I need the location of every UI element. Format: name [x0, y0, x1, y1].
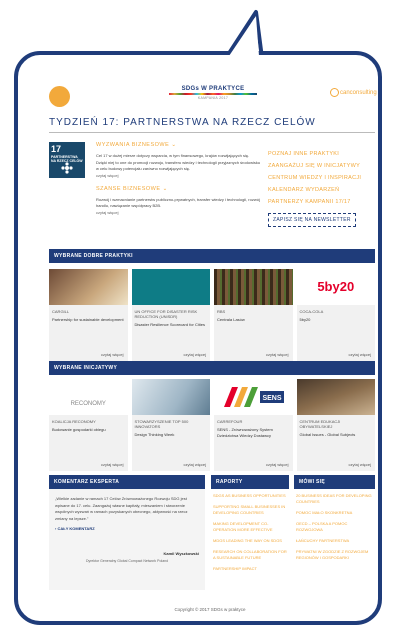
chevron-down-icon: ⌄	[171, 142, 177, 148]
reports-heading: RAPORTY	[211, 475, 289, 489]
expert-comment-box: KOMENTARZ EKSPERTA „Wielkie zadanie w ra…	[49, 475, 205, 590]
partner-ring-icon	[330, 88, 339, 97]
initiative-image	[131, 379, 210, 415]
report-link[interactable]: SDGS AS BUSINESS OPPORTUNITIES	[213, 493, 289, 499]
promo-link[interactable]: KALENDARZ WYDARZEŃ	[268, 184, 376, 196]
newsletter-button[interactable]: ZAPISZ SIĘ NA NEWSLETTER	[268, 213, 356, 227]
practice-card[interactable]: 5by20 COCA-COLA 5by20 czytaj więcej	[296, 269, 375, 361]
sens-logo-icon: SENS	[224, 387, 284, 407]
copyright: Copyright © 2017 SDGs w praktyce	[174, 607, 246, 612]
initiative-card[interactable]: SENS CARREFOUR SENS - Zrównoważony Syste…	[214, 379, 293, 471]
initiative-category: STOWARZYSZENIE TOP 500 INNOVATORS	[134, 419, 189, 429]
expert-heading: KOMENTARZ EKSPERTA	[49, 475, 205, 489]
expert-role: Dyrektor Generalny Global Compact Networ…	[85, 559, 169, 563]
initiative-category: KOALICJA RECONOMY	[52, 419, 96, 424]
practice-image	[214, 269, 293, 305]
talks-heading: MÓWI SIĘ	[294, 475, 375, 489]
practice-image	[49, 269, 128, 305]
initiative-card[interactable]: RECONOMY KOALICJA RECONOMY Budowanie gos…	[49, 379, 128, 471]
initiative-title: Budowanie gospodarki obiegu	[52, 427, 106, 432]
challenges-text: Cel 17 w dużej mierze dotyczy wsparcia, …	[96, 153, 261, 171]
talk-link[interactable]: 20 BUSINESS IDEAS FOR DEVELOPING COUNTRI…	[296, 493, 375, 505]
opportunities-text: Rozwój i wzmacnianie partnerstw publiczn…	[96, 196, 260, 209]
promo-link[interactable]: PARTNERZY KAMPANII 17/17	[268, 196, 376, 208]
reports-box: RAPORTY SDGS AS BUSINESS OPPORTUNITIES S…	[211, 475, 289, 615]
opportunities-read-more[interactable]: czytaj więcej	[96, 210, 261, 215]
practice-title: Disaster Resilience Scorecard for Cities	[134, 322, 205, 327]
practice-category: RBS	[217, 309, 226, 314]
challenges-read-more[interactable]: czytaj więcej	[96, 173, 261, 178]
talk-link[interactable]: POMOC MAŁO SKONKRETNA	[296, 510, 375, 516]
report-link[interactable]: PARTNERSHIP IMPACT	[213, 566, 289, 572]
sens-logo: SENS	[214, 379, 293, 415]
initiatives-heading: WYBRANE INICJATYWY	[49, 361, 375, 375]
initiative-image	[296, 379, 375, 415]
practice-category: COCA-COLA	[299, 309, 324, 314]
read-more-link[interactable]: czytaj więcej	[266, 352, 288, 357]
read-more-link[interactable]: czytaj więcej	[184, 352, 206, 357]
talk-link[interactable]: PRYWATNI W ZGODZIE Z ROZWOJEM REGIONÓW I…	[296, 549, 375, 561]
5by20-logo: 5by20	[296, 269, 375, 305]
partner-logo[interactable]: canconsulting	[330, 88, 377, 97]
read-more-link[interactable]: czytaj więcej	[349, 352, 371, 357]
chevron-down-icon: ⌄	[162, 185, 168, 192]
read-more-link[interactable]: czytaj więcej	[349, 462, 371, 467]
initiative-category: CARREFOUR	[217, 419, 243, 424]
promo-links: POZNAJ INNE PRAKTYKI ZAANGAŻUJ SIĘ W INI…	[268, 148, 376, 227]
practice-card[interactable]: UN OFFICE FOR DISASTER RISK REDUCTION (U…	[131, 269, 210, 361]
challenges-section: WYZWANIA BIZNESOWE ⌄ Cel 17 w dużej mier…	[96, 142, 261, 215]
svg-text:SENS: SENS	[262, 395, 281, 402]
talks-box: MÓWI SIĘ 20 BUSINESS IDEAS FOR DEVELOPIN…	[294, 475, 375, 605]
goal-17-badge[interactable]: 17 PARTNERSTWA NA RZECZ CELÓW	[49, 142, 85, 178]
reconomy-logo: RECONOMY	[49, 379, 128, 415]
talk-link[interactable]: OECD – POLSKA A POMOC ROZWOJOWA	[296, 521, 375, 533]
report-link[interactable]: RESEARCH ON COLLABORATION FOR A SUSTAINA…	[213, 549, 289, 561]
read-more-link[interactable]: czytaj więcej	[266, 462, 288, 467]
initiative-title: Design Thinking Week	[134, 432, 175, 437]
site-logo-sub: KAMPANIA 2017	[197, 96, 229, 100]
partner-logo-text: canconsulting	[340, 90, 377, 97]
full-comment-link[interactable]: › CAŁY KOMENTARZ	[55, 526, 199, 531]
practice-title: Partnership for sustainable development	[52, 317, 124, 322]
practice-category: UN OFFICE FOR DISASTER RISK REDUCTION (U…	[134, 309, 198, 319]
expert-quote: „Wielkie zadanie w ramach 17 Celów Zrówn…	[55, 496, 188, 521]
initiative-category: CENTRUM EDUKACJI OBYWATELSKIEJ	[299, 419, 341, 429]
sun-logo-icon[interactable]	[49, 86, 70, 107]
goal-number: 17	[51, 144, 62, 154]
site-logo[interactable]: SDGs W PRAKTYCE KAMPANIA 2017	[163, 86, 263, 100]
page-title: TYDZIEŃ 17: PARTNERSTWA NA RZECZ CELÓW	[49, 117, 316, 128]
initiative-title: SENS - Zrównoważony System Dziedzictwa W…	[217, 427, 273, 438]
practices-cards: CARGILL Partnership for sustainable deve…	[49, 269, 375, 361]
practice-card[interactable]: RBS Centrala Lasów czytaj więcej	[214, 269, 293, 361]
report-link[interactable]: MDGS LEADING THE WAY ON SDGS	[213, 538, 289, 544]
expert-author: Kamil Wyszkowski	[163, 551, 200, 556]
partnership-flower-icon	[61, 162, 73, 174]
promo-link[interactable]: POZNAJ INNE PRAKTYKI	[268, 148, 376, 160]
sdg-color-bar	[169, 93, 257, 95]
divider	[49, 132, 375, 133]
site-logo-text: SDGs W PRAKTYCE	[181, 86, 245, 92]
read-more-link[interactable]: czytaj więcej	[184, 462, 206, 467]
practice-title: Centrala Lasów	[217, 317, 245, 322]
report-link[interactable]: MAKING DEVELOPMENT CO-OPERATION MORE EFF…	[213, 521, 289, 533]
promo-link[interactable]: ZAANGAŻUJ SIĘ W INICJATYWY	[268, 160, 376, 172]
practice-image	[131, 269, 210, 305]
opportunities-heading[interactable]: SZANSE BIZNESOWE ⌄	[96, 186, 261, 192]
initiatives-cards: RECONOMY KOALICJA RECONOMY Budowanie gos…	[49, 379, 375, 471]
practices-heading: WYBRANE DOBRE PRAKTYKI	[49, 249, 375, 263]
practice-title: 5by20	[299, 317, 311, 322]
practice-category: CARGILL	[52, 309, 70, 314]
read-more-link[interactable]: czytaj więcej	[101, 462, 123, 467]
initiative-card[interactable]: STOWARZYSZENIE TOP 500 INNOVATORS Design…	[131, 379, 210, 471]
initiative-card[interactable]: CENTRUM EDUKACJI OBYWATELSKIEJ Global Is…	[296, 379, 375, 471]
initiative-title: Global Issues - Global Subjects	[299, 432, 356, 437]
promo-link[interactable]: CENTRUM WIEDZY I INSPIRACJI	[268, 172, 376, 184]
read-more-link[interactable]: czytaj więcej	[101, 352, 123, 357]
report-link[interactable]: SUPPORTING SMALL BUSINESSES IN DEVELOPIN…	[213, 504, 289, 516]
practice-card[interactable]: CARGILL Partnership for sustainable deve…	[49, 269, 128, 361]
talk-link[interactable]: ŁAŃCUCHY PARTNERSTWA	[296, 538, 375, 544]
challenges-heading[interactable]: WYZWANIA BIZNESOWE ⌄	[96, 142, 261, 148]
